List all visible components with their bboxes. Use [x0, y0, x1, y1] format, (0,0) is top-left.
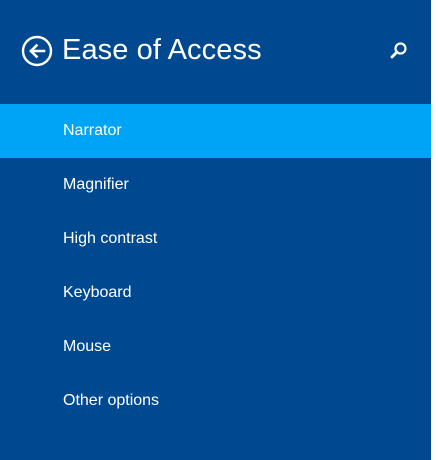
page-title: Ease of Access	[62, 34, 262, 66]
back-button[interactable]	[21, 35, 53, 67]
back-arrow-circle-icon	[21, 35, 53, 67]
nav-item-mouse[interactable]: Mouse	[0, 320, 431, 374]
nav-item-label: Magnifier	[63, 176, 129, 193]
nav-item-keyboard[interactable]: Keyboard	[0, 266, 431, 320]
ease-of-access-panel: Ease of Access Narrator Magnifier High c…	[0, 0, 431, 460]
nav-item-label: High contrast	[63, 230, 158, 247]
nav-item-label: Keyboard	[63, 284, 132, 301]
nav-item-high-contrast[interactable]: High contrast	[0, 212, 431, 266]
panel-header: Ease of Access	[0, 0, 431, 104]
nav-item-other-options[interactable]: Other options	[0, 374, 431, 428]
search-icon	[388, 40, 410, 62]
search-button[interactable]	[388, 40, 410, 62]
nav-item-label: Mouse	[63, 338, 112, 355]
settings-nav-list: Narrator Magnifier High contrast Keyboar…	[0, 104, 431, 428]
nav-item-magnifier[interactable]: Magnifier	[0, 158, 431, 212]
nav-item-label: Other options	[63, 392, 160, 409]
nav-item-label: Narrator	[63, 122, 122, 139]
nav-item-narrator[interactable]: Narrator	[0, 104, 431, 158]
